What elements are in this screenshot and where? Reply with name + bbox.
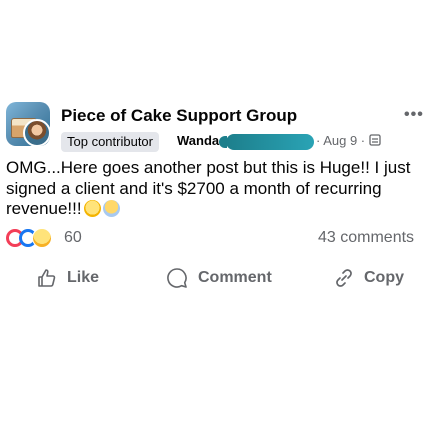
reaction-icons[interactable] (6, 228, 54, 248)
redaction-mark (226, 134, 314, 150)
group-avatar[interactable] (6, 102, 50, 146)
like-button[interactable]: Like (37, 267, 99, 289)
post-date[interactable]: · Aug 9 · (316, 133, 369, 148)
user-avatar[interactable] (23, 119, 50, 146)
comment-label: Comment (198, 269, 272, 286)
grinning-emoji-icon (83, 200, 101, 217)
author-name-link[interactable]: Wanda (177, 133, 219, 148)
like-label: Like (67, 269, 100, 286)
more-options-icon[interactable]: ••• (404, 106, 424, 124)
wow-reaction-icon (32, 228, 52, 248)
link-icon (336, 269, 352, 287)
post-meta: · Aug 9 · (316, 133, 381, 148)
post-body: OMG...Here goes another post but this is… (6, 158, 430, 220)
comment-bubble-icon (167, 268, 187, 288)
thumbs-up-icon (38, 269, 56, 287)
comment-count-link[interactable]: 43 comments (318, 229, 414, 247)
post-body-text: OMG...Here goes another post but this is… (6, 158, 411, 218)
reaction-count[interactable]: 60 (64, 229, 82, 247)
copy-button[interactable]: Copy (334, 267, 404, 289)
copy-label: Copy (364, 269, 404, 286)
screaming-emoji-icon (102, 200, 120, 217)
comment-button[interactable]: Comment (166, 267, 272, 289)
group-privacy-icon (369, 134, 381, 146)
group-name-link[interactable]: Piece of Cake Support Group (61, 106, 297, 126)
top-contributor-badge: Top contributor (61, 132, 159, 152)
